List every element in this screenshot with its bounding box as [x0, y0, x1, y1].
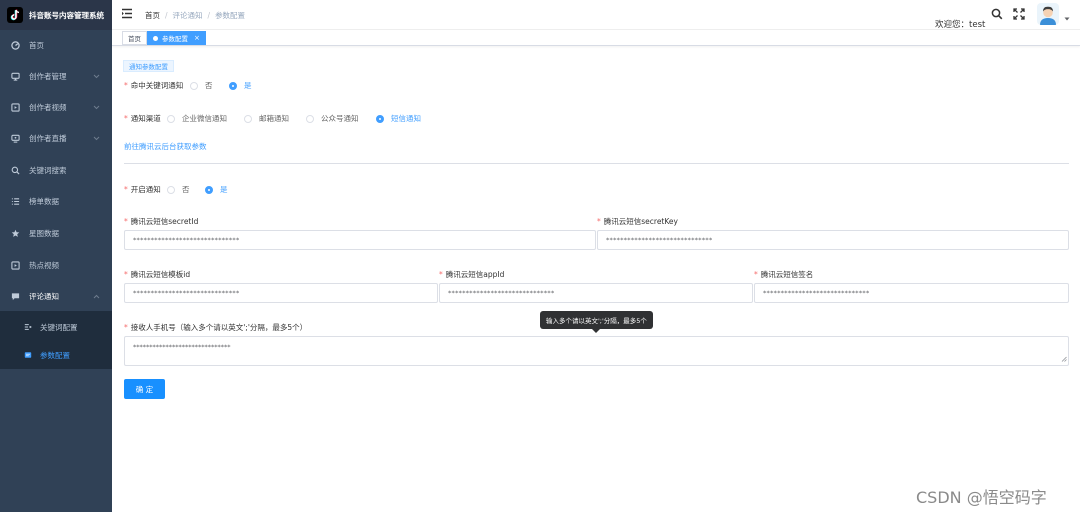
- message-icon: [8, 292, 22, 301]
- brand[interactable]: 抖音账号内容管理系统: [0, 0, 112, 30]
- watermark: CSDN @悟空码字: [916, 488, 1047, 507]
- tag-label: 首页: [128, 35, 141, 43]
- tag-param-config[interactable]: 参数配置 ×: [147, 31, 206, 45]
- sidebar-item-label: 评论通知: [29, 291, 59, 301]
- navbar: 首页 / 评论通知 / 参数配置 欢迎您：test: [112, 0, 1080, 30]
- template-id-label: * 腾讯云短信模板id: [124, 270, 191, 279]
- param-config-form: 通知参数配置 * 命中关键词通知 否 是 * 通知渠道 企业微信通知 邮箱通知 公众…: [112, 46, 1080, 512]
- close-icon[interactable]: ×: [194, 34, 200, 42]
- breadcrumb-item-param-config: 参数配置: [215, 11, 246, 20]
- tags-view: 首页 参数配置 ×: [112, 30, 1080, 46]
- search-icon: [8, 166, 22, 175]
- sidebar-item-label: 创作者直播: [29, 133, 67, 143]
- section-title: 通知参数配置: [123, 60, 174, 72]
- tooltip-arrow: [592, 329, 600, 333]
- sign-name-label: * 腾讯云短信签名: [754, 270, 814, 279]
- sign-name-input[interactable]: ******************************: [754, 283, 1069, 303]
- avatar[interactable]: [1037, 3, 1059, 25]
- phones-textarea[interactable]: ******************************: [124, 336, 1069, 366]
- sidebar-item-creator-video[interactable]: 创作者视频: [0, 92, 112, 122]
- chevron-down-icon: [93, 134, 100, 143]
- sidebar: 抖音账号内容管理系统 首页 创作者管理 创作者视频 创作者直播 关键词搜索 榜单…: [0, 0, 112, 512]
- sidebar-item-creator-manage[interactable]: 创作者管理: [0, 61, 112, 91]
- breadcrumb-item-comment-notify[interactable]: 评论通知: [173, 11, 203, 20]
- list-icon: [8, 197, 22, 206]
- sidebar-item-home[interactable]: 首页: [0, 30, 112, 60]
- fullscreen-icon[interactable]: [1013, 8, 1025, 22]
- chevron-down-icon: [93, 72, 100, 81]
- secret-id-label: * 腾讯云短信secretId: [124, 217, 199, 226]
- sidebar-subitem-keyword-config[interactable]: 关键词配置: [0, 313, 112, 341]
- sidebar-item-keyword-search[interactable]: 关键词搜索: [0, 155, 112, 185]
- keyword-notify-yes-radio[interactable]: 是: [229, 80, 252, 91]
- channel-label: * 通知渠道: [124, 114, 161, 123]
- tag-home[interactable]: 首页: [122, 31, 147, 45]
- enable-notify-no-radio[interactable]: 否: [167, 184, 190, 195]
- submit-button[interactable]: 确 定: [124, 379, 165, 399]
- submenu: 关键词配置 参数配置: [0, 311, 112, 369]
- sidebar-item-hot-video[interactable]: 热点视频: [0, 250, 112, 280]
- secret-id-input[interactable]: ******************************: [124, 230, 596, 250]
- chevron-down-icon: [93, 103, 100, 112]
- enable-notify-yes-radio[interactable]: 是: [205, 184, 228, 195]
- sidebar-subitem-param-config[interactable]: 参数配置: [0, 341, 112, 369]
- phones-value: ******************************: [133, 343, 231, 351]
- sidebar-item-comment-notify[interactable]: 评论通知: [0, 281, 112, 311]
- keyword-icon: [22, 323, 34, 331]
- sidebar-subitem-label: 参数配置: [40, 350, 70, 360]
- sidebar-item-xingtu[interactable]: 星图数据: [0, 218, 112, 248]
- video-icon: [8, 102, 22, 112]
- tag-label: 参数配置: [162, 35, 188, 43]
- search-icon[interactable]: [991, 8, 1003, 22]
- keyword-notify-label: * 命中关键词通知: [124, 81, 184, 90]
- hamburger-icon[interactable]: [121, 8, 133, 21]
- template-id-input[interactable]: ******************************: [124, 283, 438, 303]
- keyword-notify-no-radio[interactable]: 否: [190, 80, 213, 91]
- sidebar-item-label: 创作者视频: [29, 102, 67, 112]
- sidebar-item-label: 关键词搜索: [29, 165, 67, 175]
- channel-email-radio[interactable]: 邮箱通知: [244, 113, 289, 124]
- dashboard-icon: [8, 40, 22, 50]
- sidebar-item-creator-live[interactable]: 创作者直播: [0, 123, 112, 153]
- channel-official-account-radio[interactable]: 公众号通知: [306, 113, 359, 124]
- breadcrumb: 首页 / 评论通知 / 参数配置: [145, 11, 246, 20]
- config-icon: [22, 351, 34, 359]
- phones-label: * 接收人手机号（输入多个请以英文';'分隔，最多5个）: [124, 323, 308, 332]
- sidebar-item-ranking[interactable]: 榜单数据: [0, 186, 112, 216]
- divider: [124, 163, 1069, 164]
- sidebar-item-label: 榜单数据: [29, 196, 59, 206]
- sidebar-subitem-label: 关键词配置: [40, 322, 78, 332]
- resize-grip-icon[interactable]: [1061, 356, 1067, 364]
- monitor-icon: [8, 72, 22, 81]
- breadcrumb-item-home[interactable]: 首页: [145, 11, 160, 20]
- app-title: 抖音账号内容管理系统: [29, 10, 104, 20]
- sidebar-item-label: 星图数据: [29, 228, 59, 238]
- welcome-text: 欢迎您：test: [935, 20, 986, 30]
- active-dot: [153, 35, 158, 41]
- channel-sms-radio[interactable]: 短信通知: [376, 113, 421, 124]
- secret-key-label: * 腾讯云短信secretKey: [597, 217, 678, 226]
- tencent-cloud-link[interactable]: 前往腾讯云后台获取参数: [124, 141, 207, 152]
- caret-down-icon[interactable]: [1064, 14, 1070, 23]
- enable-notify-label: * 开启通知: [124, 185, 161, 194]
- tiktok-logo-icon: [7, 7, 23, 23]
- star-icon: [8, 229, 22, 238]
- sidebar-item-label: 热点视频: [29, 260, 59, 270]
- app-id-input[interactable]: ******************************: [439, 283, 753, 303]
- app-id-label: * 腾讯云短信appId: [439, 270, 505, 279]
- sidebar-item-label: 创作者管理: [29, 71, 67, 81]
- channel-wecom-radio[interactable]: 企业微信通知: [167, 113, 227, 124]
- secret-key-input[interactable]: ******************************: [597, 230, 1069, 250]
- chevron-up-icon: [93, 292, 100, 301]
- video-icon: [8, 260, 22, 270]
- live-icon: [8, 134, 22, 143]
- tooltip: 输入多个请以英文';'分隔，最多5个: [540, 311, 653, 329]
- sidebar-item-label: 首页: [29, 40, 44, 50]
